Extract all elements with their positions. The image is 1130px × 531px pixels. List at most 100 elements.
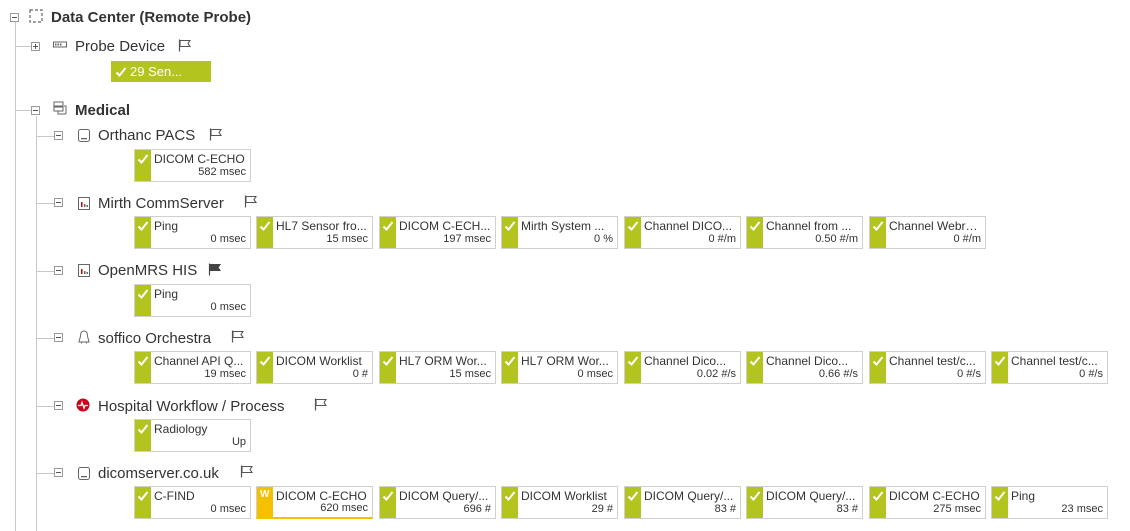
collapse-toggle-orthanc[interactable]	[54, 131, 63, 140]
flag-icon[interactable]	[244, 195, 258, 208]
sensor-tile[interactable]: Channel DICO... 0 #/m	[624, 216, 741, 249]
device-label-soffico[interactable]: soffico Orchestra	[98, 330, 211, 347]
sensor-value: 23 msec	[1061, 503, 1103, 515]
sensor-value: 0.50 #/m	[815, 233, 858, 245]
sensor-value: 197 msec	[443, 233, 491, 245]
sensor-name: Channel DICO...	[644, 219, 733, 233]
sensor-tile[interactable]: DICOM Worklist 0 #	[256, 351, 373, 384]
sensor-tile[interactable]: Channel test/c... 0 #/s	[869, 351, 986, 384]
sensor-value: 83 #	[714, 503, 736, 515]
sensor-value: 15 msec	[326, 233, 368, 245]
sensor-value: 0 #/m	[953, 233, 981, 245]
sensor-name: Channel Dico...	[644, 354, 727, 368]
sensor-tile[interactable]: DICOM Query/... 83 #	[746, 486, 863, 519]
device-label-probe[interactable]: Probe Device	[75, 38, 165, 55]
sensor-tile[interactable]: Ping 0 msec	[134, 216, 251, 249]
sensor-tile[interactable]: Channel API Q... 19 msec	[134, 351, 251, 384]
sensor-tile[interactable]: Channel test/c... 0 #/s	[991, 351, 1108, 384]
flag-icon[interactable]	[231, 330, 245, 343]
sensor-name: DICOM Query/...	[766, 489, 856, 503]
sensor-tile[interactable]: Ping 0 msec	[134, 284, 251, 317]
device-label-openmrs[interactable]: OpenMRS HIS	[98, 262, 197, 279]
sensor-value: 0 msec	[210, 301, 246, 313]
sensor-name: Channel API Q...	[154, 354, 244, 368]
sensor-tile[interactable]: Radiology Up	[134, 419, 251, 452]
group-label-medical[interactable]: Medical	[75, 102, 130, 119]
sensor-value: 0 #/s	[957, 368, 981, 380]
sensor-value: 0 #/m	[708, 233, 736, 245]
pulse-icon	[76, 398, 90, 412]
sensor-name: DICOM Query/...	[399, 489, 489, 503]
flag-filled-icon[interactable]	[208, 263, 222, 276]
monitor-icon	[77, 263, 91, 277]
sensor-name: HL7 ORM Wor...	[521, 354, 609, 368]
sensor-name: Channel Dico...	[766, 354, 849, 368]
sensor-name: Ping	[154, 219, 179, 233]
sensor-name: Ping	[154, 287, 179, 301]
collapse-toggle-medical[interactable]	[31, 106, 40, 115]
probe-icon	[29, 9, 43, 23]
sensor-name: Channel test/c...	[1011, 354, 1098, 368]
server-icon	[77, 128, 91, 142]
sensor-name: Channel test/c...	[889, 354, 976, 368]
collapse-toggle-soffico[interactable]	[54, 333, 63, 342]
sensor-value: 0 %	[594, 233, 613, 245]
sensor-value: 0.66 #/s	[818, 368, 858, 380]
sensor-tile[interactable]: Ping 23 msec	[991, 486, 1108, 519]
server-icon	[77, 466, 91, 480]
sensor-value: 0 msec	[210, 503, 246, 515]
collapse-toggle-mirth[interactable]	[54, 198, 63, 207]
device-label-dicomserver[interactable]: dicomserver.co.uk	[98, 465, 219, 482]
sensor-summary-button[interactable]: 29 Sen...	[111, 61, 211, 82]
collapse-toggle-openmrs[interactable]	[54, 266, 63, 275]
sensor-tile[interactable]: Channel from ... 0.50 #/m	[746, 216, 863, 249]
sensor-tile[interactable]: DICOM C-ECH... 197 msec	[379, 216, 496, 249]
sensor-name: Radiology	[154, 422, 208, 436]
sensor-tile[interactable]: DICOM Query/... 696 #	[379, 486, 496, 519]
device-label-orthanc[interactable]: Orthanc PACS	[98, 127, 195, 144]
sensor-name: HL7 ORM Wor...	[399, 354, 487, 368]
collapse-toggle-dicomserver[interactable]	[54, 468, 63, 477]
sensor-value: 275 msec	[933, 503, 981, 515]
sensor-value: 620 msec	[320, 502, 368, 514]
sensor-name: Ping	[1011, 489, 1036, 503]
device-icon	[53, 38, 67, 52]
sensor-tile[interactable]: Channel Dico... 0.02 #/s	[624, 351, 741, 384]
sensor-tile[interactable]: Channel Dico... 0.66 #/s	[746, 351, 863, 384]
root-group-label[interactable]: Data Center (Remote Probe)	[51, 9, 251, 26]
device-label-hospital-workflow[interactable]: Hospital Workflow / Process	[98, 398, 284, 415]
sensor-name: Mirth System ...	[521, 219, 605, 233]
collapse-toggle-hospital-workflow[interactable]	[54, 401, 63, 410]
sensor-tile-warning[interactable]: W DICOM C-ECHO 620 msec	[256, 486, 373, 519]
monitor-icon	[77, 196, 91, 210]
sensor-name: DICOM C-ECH...	[399, 219, 491, 233]
sensor-name: DICOM Worklist	[521, 489, 607, 503]
sensor-value: 582 msec	[198, 166, 246, 178]
sensor-name: DICOM C-ECHO	[889, 489, 980, 503]
sensor-tile[interactable]: C-FIND 0 msec	[134, 486, 251, 519]
sensor-value: 696 #	[463, 503, 491, 515]
sensor-tile[interactable]: DICOM Worklist 29 #	[501, 486, 618, 519]
device-label-mirth[interactable]: Mirth CommServer	[98, 195, 224, 212]
warning-badge: W	[260, 489, 270, 500]
sensor-value: 0 #/s	[1079, 368, 1103, 380]
sensor-tile[interactable]: DICOM C-ECHO 582 msec	[134, 149, 251, 182]
sensor-tile[interactable]: HL7 Sensor fro... 15 msec	[256, 216, 373, 249]
sensor-tile[interactable]: DICOM C-ECHO 275 msec	[869, 486, 986, 519]
collapse-toggle-root[interactable]	[10, 13, 19, 22]
flag-icon[interactable]	[209, 128, 223, 141]
sensor-tile[interactable]: Channel Webre... 0 #/m	[869, 216, 986, 249]
sensor-tile[interactable]: HL7 ORM Wor... 0 msec	[501, 351, 618, 384]
sensor-value: 83 #	[836, 503, 858, 515]
sensor-name: DICOM Worklist	[276, 354, 362, 368]
sensor-name: DICOM C-ECHO	[276, 489, 367, 503]
flag-icon[interactable]	[314, 398, 328, 411]
sensor-name: C-FIND	[154, 489, 195, 503]
expand-toggle-probe-device[interactable]	[31, 42, 40, 51]
sensor-value: 0 msec	[577, 368, 613, 380]
sensor-tile[interactable]: DICOM Query/... 83 #	[624, 486, 741, 519]
sensor-tile[interactable]: Mirth System ... 0 %	[501, 216, 618, 249]
sensor-tile[interactable]: HL7 ORM Wor... 15 msec	[379, 351, 496, 384]
flag-icon[interactable]	[240, 465, 254, 478]
flag-icon[interactable]	[178, 39, 192, 52]
